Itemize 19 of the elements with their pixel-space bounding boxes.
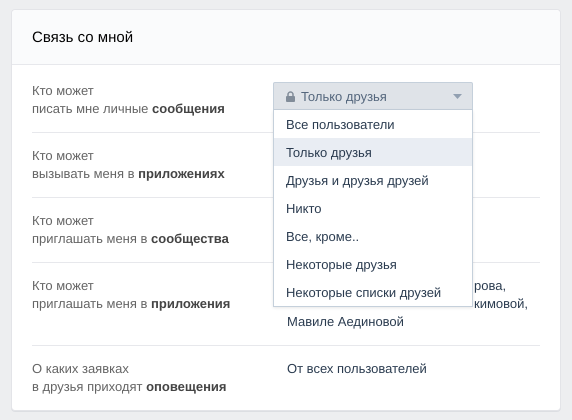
dropdown-option[interactable]: Некоторые списки друзей (274, 278, 472, 306)
caret-icon (453, 94, 462, 98)
setting-value: рова, (474, 278, 506, 293)
dropdown-option[interactable]: Все пользователи (274, 110, 472, 138)
dropdown-option[interactable]: Никто (274, 194, 472, 222)
setting-label: Кто может вызывать меня в приложениях (32, 148, 225, 181)
setting-value: От всех пользователей (286, 361, 427, 376)
setting-label: Кто может приглашать меня в сообщества (32, 213, 229, 246)
dropdown-option[interactable]: Только друзья (274, 138, 472, 166)
setting-value: Мавиле Аединовой (286, 314, 404, 329)
dropdown-option[interactable]: Друзья и друзья друзей (274, 166, 472, 194)
privacy-select[interactable]: Только друзья (273, 82, 473, 110)
dropdown-option[interactable]: Все, кроме.. (274, 222, 472, 250)
setting-label: О каких заявках в друзья приходят оповещения (32, 361, 227, 394)
setting-label: Кто может приглашать меня в приложения (32, 278, 230, 311)
section-title: Связь со мной (32, 28, 134, 46)
setting-label: Кто может писать мне личные сообщения (32, 83, 225, 116)
dropdown-option[interactable]: Некоторые друзья (274, 250, 472, 278)
setting-value: кимовой, (474, 296, 528, 311)
